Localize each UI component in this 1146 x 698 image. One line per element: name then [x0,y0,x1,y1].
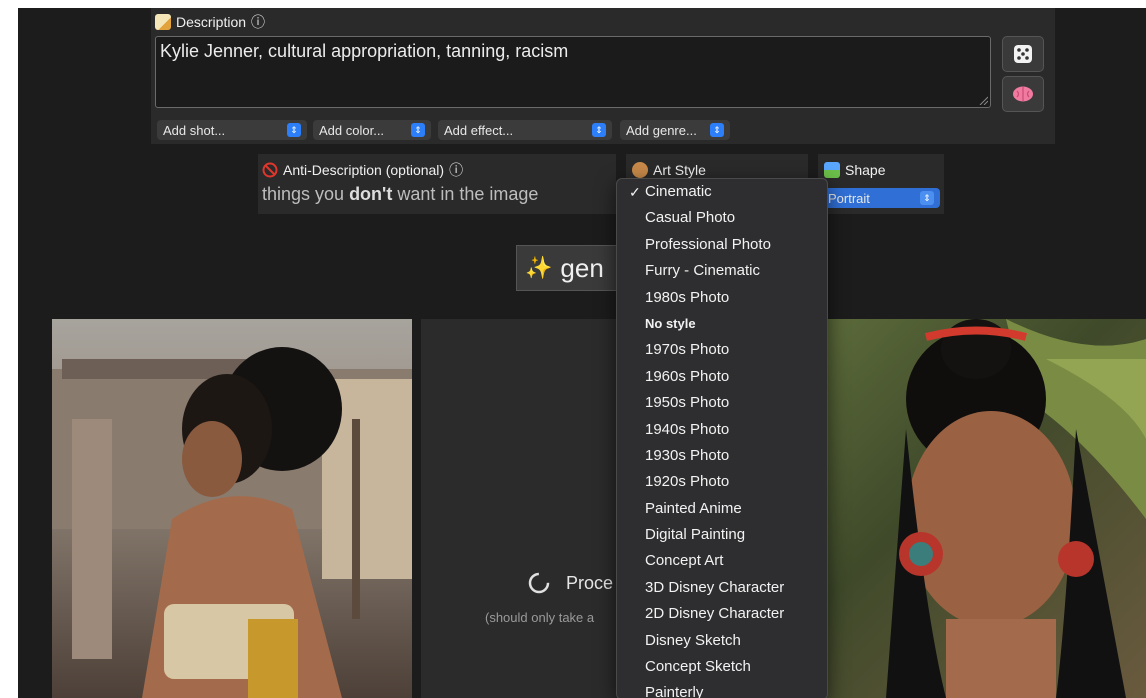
shape-select[interactable]: Portrait ⇕ [822,188,940,208]
placeholder-part: things you [262,184,350,204]
art-style-header: Art Style [632,162,706,178]
anti-description-panel: Anti-Description (optional) ⓘ things you… [258,154,616,214]
menu-item-painted-anime[interactable]: Painted Anime [617,496,827,522]
add-shot-select[interactable]: Add shot... ⇕ [157,120,307,140]
anti-description-header: Anti-Description (optional) ⓘ [262,160,463,180]
description-panel: Description ⓘ Kylie Jenner, cultural app… [151,8,1055,144]
add-color-select[interactable]: Add color... ⇕ [313,120,431,140]
menu-item-digital-painting[interactable]: Digital Painting [617,522,827,548]
placeholder-bold-part: don't [349,184,393,204]
menu-item-1960s-photo[interactable]: 1960s Photo [617,364,827,390]
generated-image-right[interactable] [826,319,1146,698]
art-style-label: Art Style [653,162,706,178]
palette-icon [632,162,648,178]
resize-handle-icon[interactable] [978,95,988,105]
menu-item-professional-photo[interactable]: Professional Photo [617,232,827,258]
image-content [52,347,412,698]
spinner-icon [528,572,550,594]
menu-item-disney-sketch[interactable]: Disney Sketch [617,628,827,654]
processing-label: Proce [566,573,614,593]
add-genre-label: Add genre... [626,122,697,138]
shape-header: Shape [824,162,885,178]
placeholder-part: want in the image [392,184,539,204]
menu-item-cinematic[interactable]: Cinematic [617,179,827,206]
menu-item-1970s-photo[interactable]: 1970s Photo [617,337,827,363]
dice-icon [1014,45,1032,63]
menu-item-furry-cinematic[interactable]: Furry - Cinematic [617,258,827,284]
menu-item-1950s-photo[interactable]: 1950s Photo [617,390,827,416]
image-content [886,319,1146,698]
info-icon[interactable]: ⓘ [449,160,463,180]
select-arrows-icon: ⇕ [710,123,724,137]
description-header: Description ⓘ [155,12,265,32]
anti-description-input[interactable]: things you don't want in the image [262,184,538,205]
memo-icon [155,14,171,30]
sparkles-icon: ✨ [525,255,553,280]
select-arrows-icon: ⇕ [592,123,606,137]
menu-item-1920s-photo[interactable]: 1920s Photo [617,469,827,495]
add-effect-select[interactable]: Add effect... ⇕ [438,120,612,140]
shape-label: Shape [845,162,886,178]
landscape-picture-icon [824,162,840,178]
add-genre-select[interactable]: Add genre... ⇕ [620,120,730,140]
description-label: Description [176,14,247,30]
processing-note: (should only take a [485,610,595,625]
generate-label: gen [560,252,604,283]
menu-item-casual-photo[interactable]: Casual Photo [617,205,827,231]
description-text: Kylie Jenner, cultural appropriation, ta… [160,41,569,61]
select-arrows-icon: ⇕ [287,123,301,137]
add-shot-label: Add shot... [163,122,226,138]
menu-item-painterly[interactable]: Painterly [617,680,827,698]
menu-item-no-style: No style [645,315,696,331]
menu-item-concept-sketch[interactable]: Concept Sketch [617,654,827,680]
brain-icon [1013,86,1033,102]
menu-item-3d-disney-character[interactable]: 3D Disney Character [617,575,827,601]
add-color-label: Add color... [319,122,385,138]
menu-item-1980s-photo[interactable]: 1980s Photo [617,285,827,311]
generated-image-left[interactable] [52,319,412,698]
shape-panel: Shape Portrait ⇕ [818,154,944,214]
menu-item-1940s-photo[interactable]: 1940s Photo [617,417,827,443]
select-arrows-icon: ⇕ [920,191,934,205]
menu-item-2d-disney-character[interactable]: 2D Disney Character [617,601,827,627]
anti-description-label: Anti-Description (optional) [283,162,445,178]
info-icon[interactable]: ⓘ [251,12,265,32]
menu-item-1930s-photo[interactable]: 1930s Photo [617,443,827,469]
shape-value: Portrait [828,190,870,206]
description-textarea[interactable]: Kylie Jenner, cultural appropriation, ta… [155,36,991,108]
enhance-description-button[interactable] [1002,76,1044,112]
add-effect-label: Add effect... [444,122,514,138]
menu-item-concept-art[interactable]: Concept Art [617,548,827,574]
prohibited-icon [262,162,278,178]
select-arrows-icon: ⇕ [411,123,425,137]
art-style-dropdown-menu[interactable]: CinematicCasual PhotoProfessional PhotoF… [616,178,828,698]
app-window: Description ⓘ Kylie Jenner, cultural app… [18,8,1146,698]
random-description-button[interactable] [1002,36,1044,72]
